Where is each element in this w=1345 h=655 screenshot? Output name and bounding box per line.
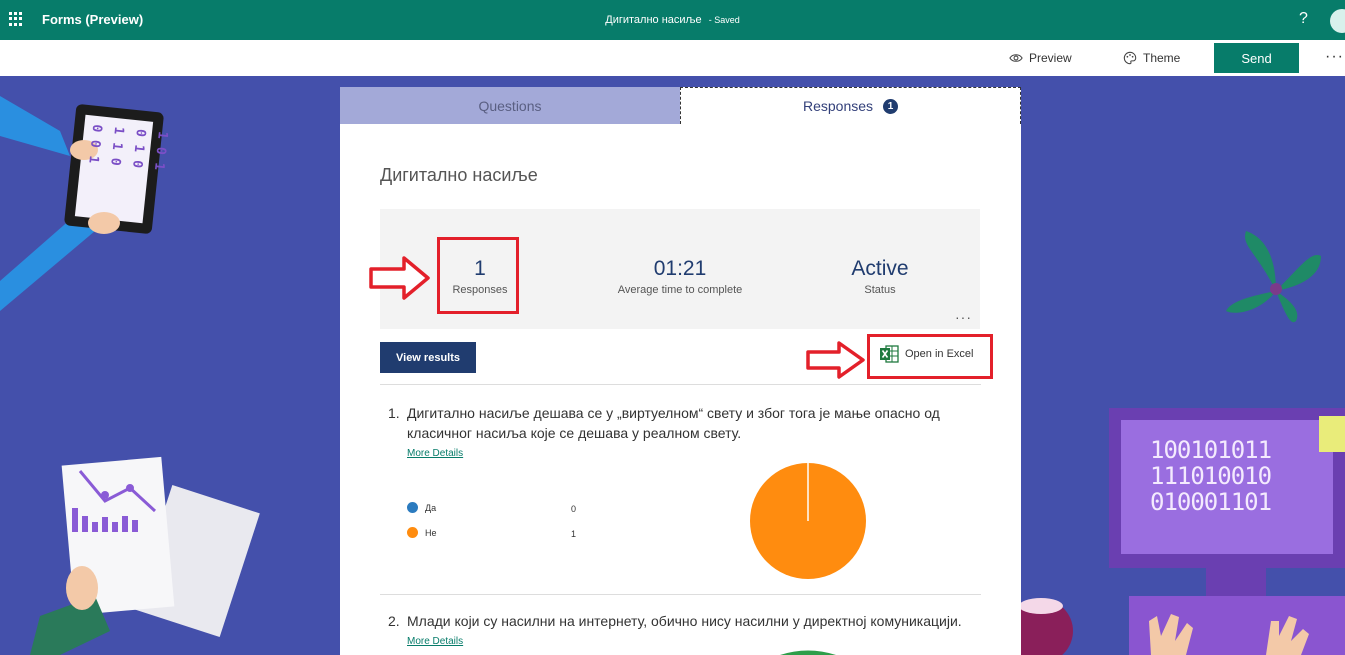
question-2-text: 2. Млади који су насилни на интернету, об… — [388, 611, 1008, 631]
arrow-right-icon — [806, 341, 865, 379]
document-title: Дигитално насиље - Saved — [0, 14, 1345, 26]
more-options-icon[interactable]: ··· — [1325, 48, 1344, 66]
status-label: Status — [864, 284, 896, 296]
question-1-number: 1. — [388, 405, 400, 421]
question-1-line2: класичног насиља које се дешава у реално… — [407, 425, 742, 441]
form-title: Дигитално насиље — [380, 165, 538, 185]
average-time-value: 01:21 — [653, 257, 707, 280]
legend-label: Да — [425, 502, 437, 513]
theme-button[interactable]: Theme — [1123, 51, 1180, 65]
legend-value: 1 — [571, 529, 577, 539]
preview-label: Preview — [1029, 51, 1072, 65]
tab-questions[interactable]: Questions — [340, 87, 680, 124]
avatar[interactable] — [1330, 9, 1345, 33]
tab-bar: Questions Responses 1 — [340, 87, 1021, 124]
monitor-binary: 100101011 111010010 010001101 — [1150, 436, 1272, 516]
command-bar: Preview Theme Send ··· — [0, 40, 1345, 76]
view-results-button[interactable]: View results — [380, 342, 476, 373]
stat-average-time: 01:21 Average time to complete — [600, 257, 760, 296]
question-2-more-details-link[interactable]: More Details — [407, 636, 463, 647]
tab-responses[interactable]: Responses 1 — [680, 87, 1021, 124]
palette-icon — [1123, 51, 1137, 65]
theme-label: Theme — [1143, 51, 1181, 65]
divider — [380, 384, 981, 385]
question-2-pie-chart — [780, 650, 836, 655]
eye-icon — [1009, 54, 1023, 62]
question-2-line1: Млади који су насилни на интернету, обич… — [407, 613, 962, 629]
question-2-number: 2. — [388, 613, 400, 629]
tab-responses-label: Responses — [802, 98, 874, 114]
status-value: Active — [851, 257, 909, 280]
responses-card: Questions Responses 1 Дигитално насиље 1… — [340, 87, 1021, 655]
question-1-pie-chart — [750, 463, 866, 579]
background-illustration-left — [0, 96, 260, 655]
document-title-text: Дигитално насиље — [605, 14, 702, 26]
legend-dot — [407, 527, 418, 538]
highlight-box-responses — [437, 237, 519, 314]
question-1-line1: Дигитално насиље дешава се у „виртуелном… — [407, 405, 940, 421]
saved-status: - Saved — [708, 15, 740, 25]
preview-button[interactable]: Preview — [1009, 51, 1072, 65]
average-time-label: Average time to complete — [617, 284, 743, 296]
legend-dot — [407, 502, 418, 513]
question-1-more-details-link[interactable]: More Details — [407, 448, 463, 459]
app-header: Forms (Preview) Дигитално насиље - Saved… — [0, 0, 1345, 40]
help-icon[interactable]: ? — [1299, 10, 1308, 28]
highlight-box-excel — [867, 334, 993, 379]
legend-item-da: Да — [407, 502, 436, 513]
background-illustration-right — [1021, 231, 1345, 655]
question-1-text: 1. Дигитално насиље дешава се у „виртуелн… — [388, 403, 948, 443]
tablet-binary: 1 0 1 0 1 0 1 1 0 0 0 1 — [85, 123, 170, 171]
arrow-right-icon — [369, 256, 430, 300]
legend-item-ne: Не — [407, 527, 437, 538]
legend-label: Не — [425, 527, 437, 538]
stat-status: Active Status — [830, 257, 930, 296]
responses-count-badge: 1 — [883, 98, 899, 114]
send-button[interactable]: Send — [1214, 43, 1299, 73]
divider — [380, 594, 981, 595]
stats-more-icon[interactable]: ··· — [955, 309, 972, 325]
legend-value: 0 — [571, 504, 577, 514]
